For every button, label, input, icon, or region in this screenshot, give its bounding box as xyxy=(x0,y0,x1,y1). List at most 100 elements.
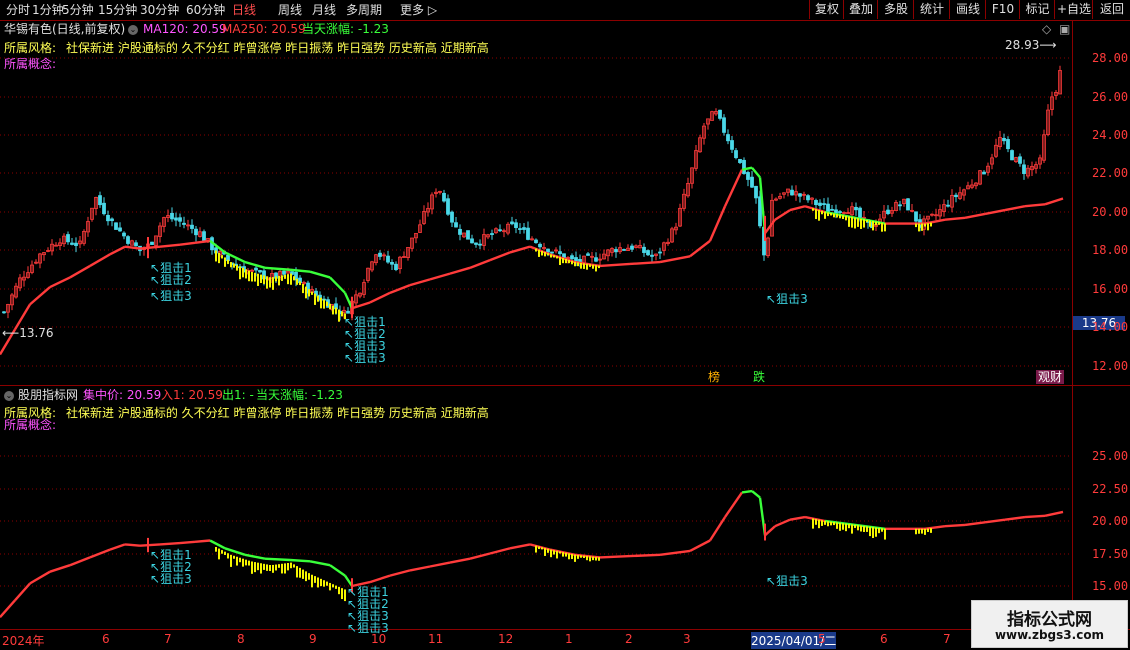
y-tick-label: 22.00 xyxy=(1092,166,1129,180)
signal-bar xyxy=(341,588,343,600)
signal-bar xyxy=(872,221,874,231)
signal-bar xyxy=(263,275,265,284)
x-axis-label: 5 xyxy=(818,632,826,646)
signal-bar xyxy=(341,311,343,317)
indicator-line xyxy=(429,561,451,568)
indicator-line xyxy=(29,570,51,585)
candle-body xyxy=(898,204,902,207)
signal-bar xyxy=(595,556,597,561)
indicator-line xyxy=(509,543,531,550)
x-axis-label: 10 xyxy=(371,632,387,646)
signal-bar xyxy=(553,255,555,258)
y-tick-label: 16.00 xyxy=(1092,282,1129,296)
signal-bar xyxy=(227,553,229,559)
fall-badge[interactable]: 跌 xyxy=(753,370,765,384)
x-axis-label: 2024年 xyxy=(2,634,45,648)
candle-body xyxy=(730,140,734,150)
watermark-logo: 指标公式网 www.zbgs3.com xyxy=(971,600,1128,648)
signal-bar xyxy=(541,547,543,550)
signal-bar xyxy=(311,291,313,295)
signal-group: ↖狙击1 ↖狙击2 ↖狙击3 ↖狙击3 xyxy=(344,316,386,364)
signal-bar xyxy=(848,523,850,529)
signal-bar xyxy=(842,215,844,219)
finance-badge[interactable]: 观财 xyxy=(1036,370,1065,384)
candle-body xyxy=(2,311,6,314)
signal-bar xyxy=(275,276,277,282)
candle-body xyxy=(446,198,450,215)
signal-bar xyxy=(326,301,328,307)
indicator-line xyxy=(1004,205,1026,212)
indicator-line xyxy=(741,489,753,494)
candle-body xyxy=(622,249,626,251)
signal-bar xyxy=(872,527,874,538)
signal-bar xyxy=(866,219,868,223)
signal-bar xyxy=(311,574,313,588)
indicator-line xyxy=(944,216,966,221)
signal-bar xyxy=(266,276,268,289)
candle-body xyxy=(570,255,574,260)
signal-label: ↖狙击3 xyxy=(150,289,192,303)
indicator-line xyxy=(751,166,761,179)
candle-body xyxy=(178,217,182,222)
signal-bar xyxy=(854,524,856,528)
signal-bar xyxy=(248,560,250,566)
candle-body xyxy=(642,246,646,253)
signal-bar xyxy=(812,208,814,211)
candle-body xyxy=(818,202,822,206)
candle-body xyxy=(102,202,106,215)
candle-body xyxy=(722,117,726,133)
signal-bar xyxy=(574,261,576,267)
signal-bar xyxy=(323,299,325,309)
signal-bar xyxy=(589,556,591,562)
candle-body xyxy=(790,189,794,196)
candle-body xyxy=(658,251,662,254)
signal-bar xyxy=(305,286,307,299)
candle-body xyxy=(838,211,842,213)
signal-bar xyxy=(239,557,241,563)
candle-body xyxy=(574,257,578,262)
candle-body xyxy=(190,224,194,229)
indicator-line xyxy=(209,539,226,550)
signal-bar xyxy=(565,258,567,264)
signal-bar xyxy=(224,551,226,555)
signal-bar xyxy=(317,577,319,588)
y-tick-label: 18.00 xyxy=(1092,243,1129,257)
candle-body xyxy=(490,233,494,235)
candle-body xyxy=(514,222,518,228)
signal-bar xyxy=(830,212,832,216)
indicator-line xyxy=(489,251,511,262)
signal-bar xyxy=(845,215,847,221)
candle-body xyxy=(650,254,654,257)
candle-body xyxy=(646,250,650,256)
signal-bar xyxy=(586,555,588,561)
indicator-line xyxy=(0,599,16,618)
indicator-line xyxy=(724,491,743,518)
signal-bar xyxy=(230,262,232,268)
signal-bar xyxy=(547,253,549,256)
signal-bar xyxy=(559,257,561,266)
indicator-line xyxy=(629,260,661,266)
candle-body xyxy=(282,270,286,275)
low-price-marker: ⟵13.76 xyxy=(2,326,54,340)
rank-badge[interactable]: 榜 xyxy=(708,370,720,384)
signal-bar xyxy=(580,262,582,269)
indicator-line xyxy=(659,255,691,264)
signal-bar xyxy=(881,222,883,232)
candle-body xyxy=(74,242,78,246)
indicator-line xyxy=(124,245,141,250)
candle-body xyxy=(830,208,834,211)
indicator-line xyxy=(1044,510,1064,517)
signal-bar xyxy=(562,552,564,557)
signal-bar xyxy=(299,281,301,286)
signal-bar xyxy=(308,573,310,580)
candle-body xyxy=(442,192,446,202)
signal-bar xyxy=(302,283,304,294)
signal-bar xyxy=(236,264,238,271)
signal-bar xyxy=(848,216,850,227)
indicator-line xyxy=(708,205,727,242)
signal-bar xyxy=(263,563,265,570)
candle-body xyxy=(558,251,562,255)
signal-bar xyxy=(592,556,594,561)
signal-bar xyxy=(930,528,932,533)
candle-body xyxy=(718,109,722,119)
